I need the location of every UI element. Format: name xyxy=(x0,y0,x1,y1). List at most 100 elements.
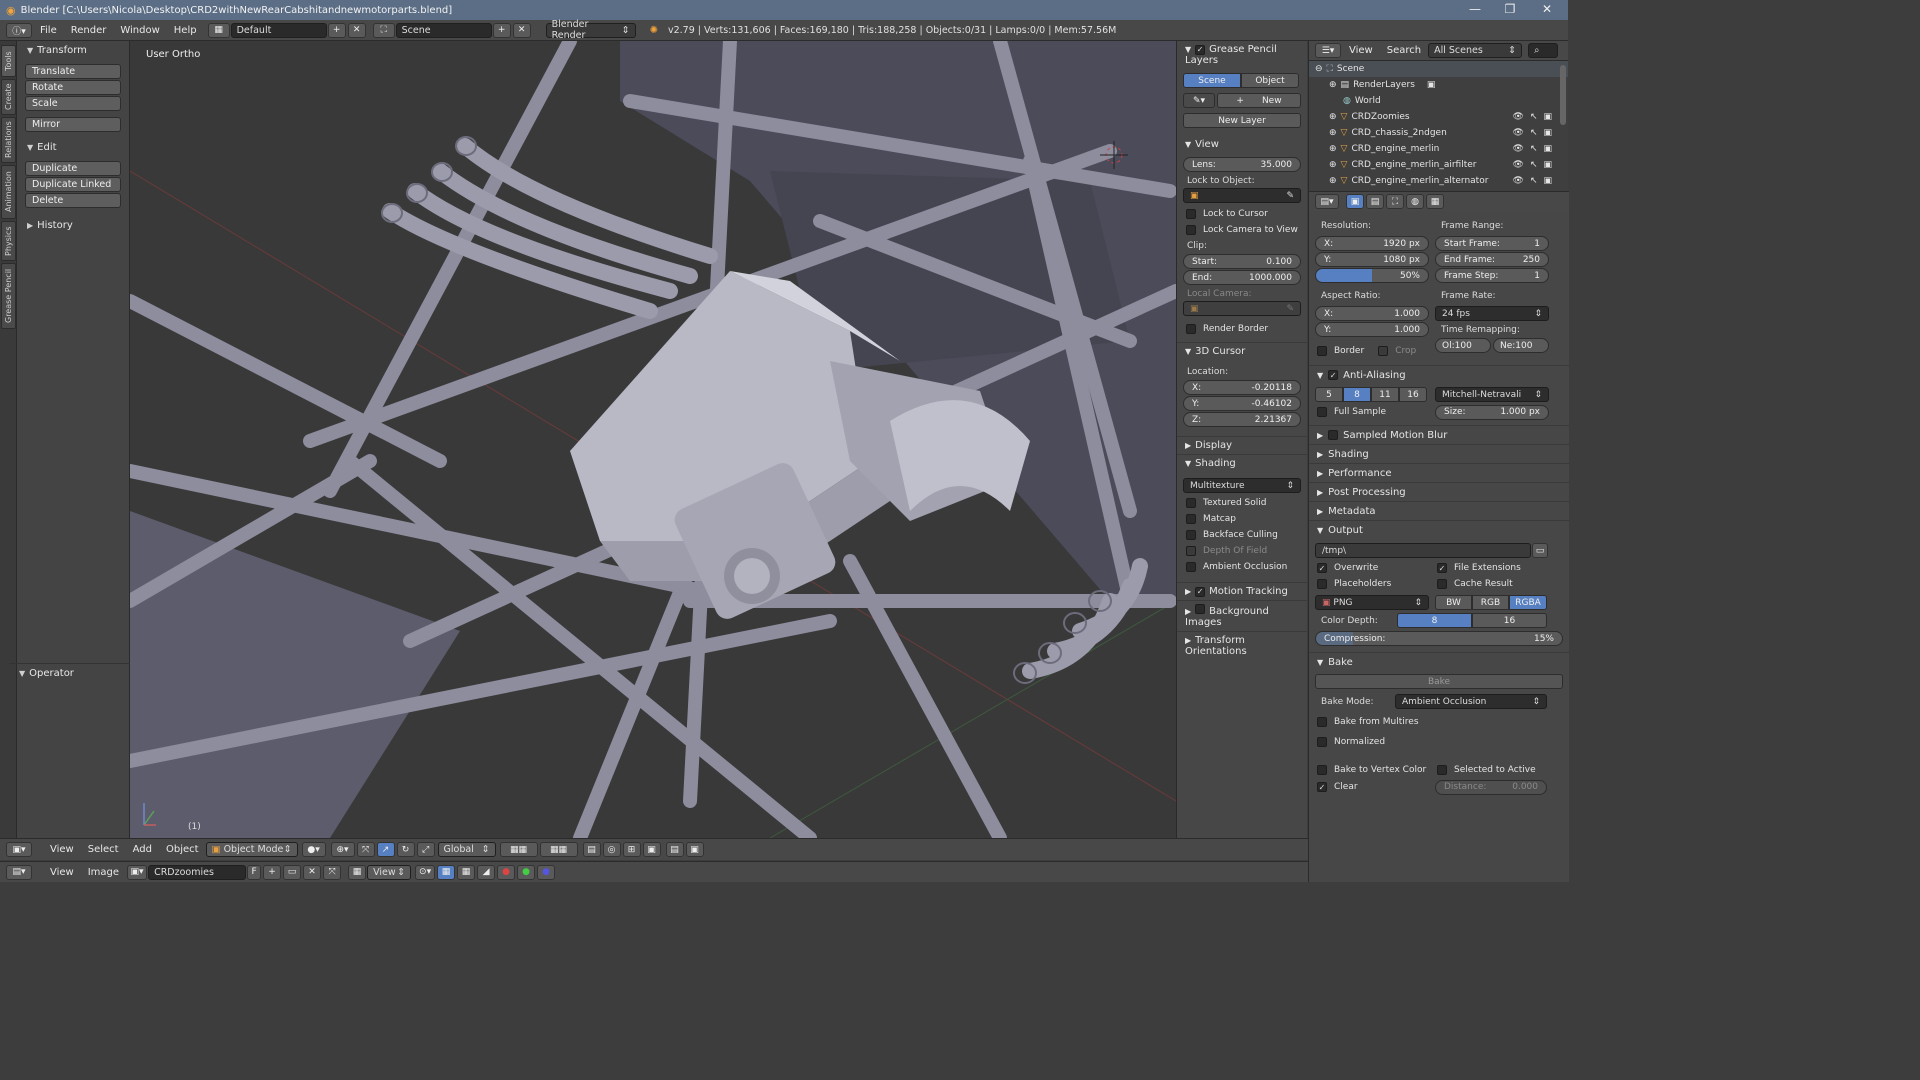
color-mode-rgba[interactable]: RGBA xyxy=(1509,595,1547,610)
render-layers-context-icon[interactable]: ▤ xyxy=(1366,194,1384,209)
close-button[interactable]: ✕ xyxy=(1530,0,1564,20)
img-menu-image[interactable]: Image xyxy=(81,867,126,878)
ambient-occlusion-checkbox[interactable]: Ambient Occlusion xyxy=(1177,559,1307,575)
visibility-icons[interactable]: 👁↖▣ xyxy=(1513,112,1558,122)
new-layer-button[interactable]: New Layer xyxy=(1183,113,1301,128)
scale-button[interactable]: Scale xyxy=(25,96,121,111)
display-z-icon[interactable]: ◢ xyxy=(477,864,496,880)
render-engine-dropdown[interactable]: Blender Render ⇕ xyxy=(545,19,636,41)
add-scene-icon[interactable]: + xyxy=(492,22,511,38)
normalized-checkbox[interactable]: Normalized xyxy=(1309,734,1569,750)
post-processing-panel-header[interactable]: ▶ Post Processing xyxy=(1309,482,1569,501)
visibility-icons[interactable]: 👁↖▣ xyxy=(1513,176,1558,186)
tab-grease-pencil[interactable]: Grease Pencil xyxy=(1,263,16,329)
transform-orientations-panel-header[interactable]: ▶ Transform Orientations xyxy=(1177,631,1307,660)
aa-samples-8[interactable]: 8 xyxy=(1343,387,1371,402)
resolution-x-field[interactable]: X: 1920 px xyxy=(1315,236,1429,251)
metadata-panel-header[interactable]: ▶ Metadata xyxy=(1309,501,1569,520)
view-mode-icon[interactable]: ▦ xyxy=(348,864,367,880)
snap-target-icon[interactable]: ▣ xyxy=(642,842,661,857)
menu-window[interactable]: Window xyxy=(113,25,166,36)
mirror-button[interactable]: Mirror xyxy=(25,117,121,132)
menu-help[interactable]: Help xyxy=(167,25,204,36)
unlink-image-icon[interactable]: ✕ xyxy=(303,864,322,880)
delete-button[interactable]: Delete xyxy=(25,193,121,208)
display-alpha-icon[interactable]: ▦ xyxy=(457,864,476,880)
manipulator-toggle-icon[interactable]: ⤧ xyxy=(356,842,375,857)
cache-result-checkbox[interactable]: Cache Result xyxy=(1435,576,1513,592)
cursor-z-field[interactable]: Z: 2.21367 xyxy=(1183,412,1301,427)
vp-menu-view[interactable]: View xyxy=(43,844,81,855)
world-context-icon[interactable]: ◍ xyxy=(1406,194,1424,209)
resolution-y-field[interactable]: Y: 1080 px xyxy=(1315,252,1429,267)
editor-type-properties-icon[interactable]: ▤▾ xyxy=(1315,194,1339,209)
aspect-x-field[interactable]: X: 1.000 xyxy=(1315,306,1429,321)
tab-relations[interactable]: Relations xyxy=(1,117,16,163)
scene-context-icon[interactable]: ⛶ xyxy=(1386,194,1404,209)
outliner-filter-dropdown[interactable]: All Scenes ⇕ xyxy=(1428,43,1523,58)
anti-aliasing-panel-header[interactable]: ▼ ✓ Anti-Aliasing xyxy=(1309,365,1569,384)
background-images-panel-header[interactable]: ▶ Background Images xyxy=(1177,600,1307,631)
vp-menu-add[interactable]: Add xyxy=(126,844,159,855)
color-depth-16[interactable]: 16 xyxy=(1472,613,1547,628)
editor-type-image-icon[interactable]: ▤▾ xyxy=(6,864,32,880)
expand-icon[interactable]: ⊕ xyxy=(1329,80,1337,90)
visibility-icons[interactable]: 👁↖▣ xyxy=(1513,144,1558,154)
resolution-percentage-slider[interactable]: 50% xyxy=(1315,268,1429,283)
tab-create[interactable]: Create xyxy=(1,79,16,115)
color-mode-rgb[interactable]: RGB xyxy=(1472,595,1509,610)
bake-mode-dropdown[interactable]: Ambient Occlusion ⇕ xyxy=(1395,694,1547,709)
outliner-row-scene[interactable]: ⊖ ⛶ Scene xyxy=(1309,61,1568,77)
pivot-icon[interactable]: ⊙▾ xyxy=(415,864,436,880)
bake-panel-header[interactable]: ▼ Bake xyxy=(1309,652,1569,671)
channel-green-icon[interactable]: ● xyxy=(517,864,536,880)
expand-icon[interactable]: ⊕ xyxy=(1329,128,1337,138)
rotate-manipulator-icon[interactable]: ↻ xyxy=(396,842,415,857)
color-depth-8[interactable]: 8 xyxy=(1397,613,1472,628)
expand-icon[interactable]: ⊕ xyxy=(1329,176,1337,186)
shading-panel-header[interactable]: ▼ Shading xyxy=(1177,454,1307,472)
transform-panel-header[interactable]: ▼ Transform xyxy=(17,41,129,60)
end-frame-field[interactable]: End Frame: 250 xyxy=(1435,252,1549,267)
minimize-button[interactable]: — xyxy=(1458,0,1492,20)
open-image-icon[interactable]: ▭ xyxy=(283,864,302,880)
motion-blur-checkbox[interactable] xyxy=(1328,430,1339,440)
outliner-row-object[interactable]: ⊕ ▽ CRDZoomies 👁↖▣ xyxy=(1309,109,1568,125)
expand-icon[interactable]: ⊕ xyxy=(1329,160,1337,170)
aa-filter-dropdown[interactable]: Mitchell-Netravali ⇕ xyxy=(1435,387,1549,402)
placeholders-checkbox[interactable]: Placeholders xyxy=(1315,576,1435,592)
channel-red-icon[interactable]: ● xyxy=(497,864,516,880)
expand-icon[interactable]: ⊕ xyxy=(1329,144,1337,154)
render-context-icon[interactable]: ▣ xyxy=(1346,194,1364,209)
border-checkbox[interactable]: Border xyxy=(1315,343,1364,359)
output-path-field[interactable]: /tmp\ xyxy=(1315,543,1531,558)
backface-culling-checkbox[interactable]: Backface Culling xyxy=(1177,527,1307,543)
outliner-row-object[interactable]: ⊕ ▽ CRD_engine_merlin_alternator 👁↖▣ xyxy=(1309,173,1568,189)
edit-panel-header[interactable]: ▼ Edit xyxy=(17,138,129,157)
editor-type-info-icon[interactable]: ⓘ▾ xyxy=(6,22,32,38)
maximize-button[interactable]: ❐ xyxy=(1493,0,1527,20)
aa-samples-16[interactable]: 16 xyxy=(1399,387,1427,402)
vp-menu-object[interactable]: Object xyxy=(159,844,206,855)
folder-icon[interactable]: ▭ xyxy=(1532,543,1548,558)
img-menu-view[interactable]: View xyxy=(43,867,81,878)
clip-start-field[interactable]: Start: 0.100 xyxy=(1183,254,1301,269)
lock-object-field[interactable]: ▣ ✎ xyxy=(1183,188,1301,203)
outliner-row-object[interactable]: ⊕ ▽ CRD_engine_merlin_airfilter 👁↖▣ xyxy=(1309,157,1568,173)
lock-camera-checkbox[interactable]: Lock Camera to View xyxy=(1177,222,1307,238)
layout-grid-icon[interactable]: ▦ xyxy=(207,22,230,38)
new-gp-button[interactable]: + New xyxy=(1217,93,1301,108)
remap-new-field[interactable]: Ne:100 xyxy=(1493,338,1549,353)
grease-pencil-panel-header[interactable]: ▼ ✓ Grease Pencil Layers xyxy=(1177,41,1307,69)
pencil-icon[interactable]: ✎▾ xyxy=(1183,93,1215,108)
new-image-icon[interactable]: + xyxy=(263,864,282,880)
motion-tracking-checkbox[interactable]: ✓ xyxy=(1195,586,1206,597)
output-panel-header[interactable]: ▼ Output xyxy=(1309,520,1569,539)
translate-button[interactable]: Translate xyxy=(25,64,121,79)
view-panel-header[interactable]: ▼ View xyxy=(1177,136,1307,153)
texture-context-icon[interactable]: ▦ xyxy=(1426,194,1444,209)
rotate-button[interactable]: Rotate xyxy=(25,80,121,95)
image-name-field[interactable]: CRDzoomies xyxy=(148,864,247,880)
remove-scene-icon[interactable]: ✕ xyxy=(512,22,531,38)
full-sample-checkbox[interactable]: Full Sample xyxy=(1315,404,1435,420)
